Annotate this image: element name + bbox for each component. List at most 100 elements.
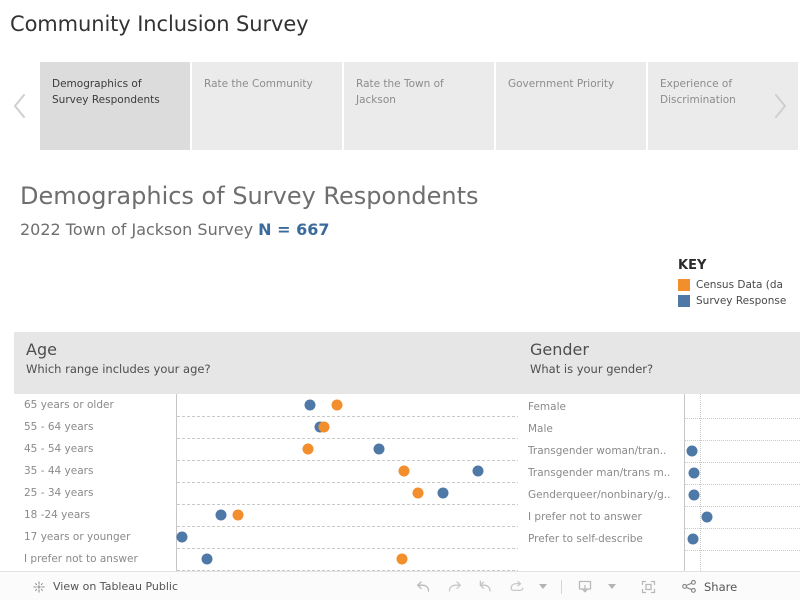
- vertical-gridline: [700, 394, 701, 571]
- category-axis-line: [684, 394, 685, 571]
- view-on-tableau-public-label: View on Tableau Public: [53, 580, 179, 593]
- gridline: [177, 482, 520, 483]
- legend-title: KEY: [678, 258, 707, 273]
- legend-label-census: Census Data (da: [696, 279, 783, 291]
- category-label: Genderqueer/nonbinary/g..: [528, 489, 671, 501]
- gridline: [177, 548, 520, 549]
- chart-gender[interactable]: Female Male Transgender woman/tran.. Transg…: [518, 394, 800, 571]
- category-label: 17 years or younger: [24, 531, 131, 543]
- toolbar-actions: Share: [415, 579, 737, 595]
- gridline: [177, 416, 520, 417]
- gridline: [685, 440, 800, 441]
- chart-age[interactable]: 65 years or older 55 - 64 years 45 - 54 ye…: [14, 394, 520, 571]
- tab-label: Experience of Discrimination: [660, 78, 736, 107]
- tableau-logo-icon: [32, 580, 46, 594]
- data-point[interactable]: [686, 445, 698, 457]
- category-label: 18 -24 years: [24, 509, 91, 521]
- sheet-subtitle: 2022 Town of Jackson Survey N = 667: [20, 220, 330, 239]
- panel-gender-title: Gender: [530, 340, 589, 359]
- legend-item-survey[interactable]: Survey Response: [678, 293, 800, 309]
- data-point[interactable]: [304, 399, 316, 411]
- legend-swatch-census: [678, 279, 690, 291]
- data-point[interactable]: [688, 467, 700, 479]
- tab-prev-arrow-icon[interactable]: [0, 62, 40, 150]
- undo-icon[interactable]: [415, 579, 432, 594]
- gridline: [685, 506, 800, 507]
- tab-label: Demographics of Survey Respondents: [52, 78, 160, 107]
- download-icon[interactable]: [576, 579, 594, 595]
- sheet-title: Demographics of Survey Respondents: [20, 182, 479, 210]
- category-label: Female: [528, 401, 566, 413]
- download-chevron-down-icon[interactable]: [608, 584, 616, 589]
- gridline: [177, 526, 520, 527]
- panel-age-subtitle: Which range includes your age?: [26, 362, 211, 377]
- data-point[interactable]: [701, 511, 713, 523]
- view-on-tableau-public-button[interactable]: View on Tableau Public: [32, 580, 178, 594]
- gridline: [685, 528, 800, 529]
- data-point[interactable]: [472, 465, 483, 477]
- tab-label: Government Priority: [508, 78, 615, 90]
- bottom-toolbar: View on Tableau Public Share: [0, 571, 800, 600]
- data-point[interactable]: [318, 421, 330, 433]
- revert-icon[interactable]: [477, 579, 494, 594]
- legend: KEY Census Data (da Survey Response: [678, 258, 800, 309]
- data-point[interactable]: [232, 509, 244, 521]
- gridline: [685, 484, 800, 485]
- data-point[interactable]: [201, 553, 213, 565]
- sheet-subtitle-text: 2022 Town of Jackson Survey: [20, 220, 259, 239]
- category-label: Transgender man/trans m..: [528, 467, 671, 479]
- data-point[interactable]: [412, 487, 424, 499]
- share-label: Share: [704, 579, 738, 594]
- legend-item-census[interactable]: Census Data (da: [678, 277, 800, 293]
- category-label: 55 - 64 years: [24, 421, 94, 433]
- share-button[interactable]: Share: [681, 579, 737, 594]
- refresh-icon[interactable]: [508, 579, 525, 594]
- category-label: 45 - 54 years: [24, 443, 94, 455]
- tab-rate-the-community[interactable]: Rate the Community: [192, 62, 342, 150]
- data-point[interactable]: [398, 465, 410, 477]
- tab-label: Rate the Community: [204, 78, 313, 90]
- category-label: 25 - 34 years: [24, 487, 94, 499]
- tab-demographics-of-survey-respondents[interactable]: Demographics of Survey Respondents: [40, 62, 190, 150]
- gridline: [685, 550, 800, 551]
- gridline: [177, 438, 520, 439]
- panel-age-title: Age: [26, 340, 57, 359]
- legend-label-survey: Survey Response: [696, 295, 787, 307]
- data-point[interactable]: [176, 531, 188, 543]
- tab-list: Demographics of Survey Respondents Rate …: [40, 62, 798, 150]
- redo-icon[interactable]: [446, 579, 463, 594]
- gridline: [685, 418, 800, 419]
- data-point[interactable]: [331, 399, 343, 411]
- category-label: Transgender woman/tran..: [528, 445, 667, 457]
- tab-next-arrow-icon[interactable]: [760, 62, 800, 150]
- dashboard-viewport: Community Inclusion Survey Demographics …: [0, 0, 800, 600]
- tab-strip: Demographics of Survey Respondents Rate …: [0, 62, 800, 150]
- panel-age: Age Which range includes your age? 65 ye…: [14, 332, 520, 571]
- data-point[interactable]: [215, 509, 227, 521]
- tab-rate-the-town-of-jackson[interactable]: Rate the Town of Jackson: [344, 62, 494, 150]
- fullscreen-icon[interactable]: [640, 579, 657, 595]
- gridline: [177, 460, 520, 461]
- data-point[interactable]: [687, 533, 699, 545]
- respondent-count: N = 667: [258, 220, 330, 239]
- panel-age-header: Age Which range includes your age?: [14, 332, 520, 394]
- data-point[interactable]: [302, 443, 314, 455]
- data-point[interactable]: [373, 443, 385, 455]
- panel-gender-header: Gender What is your gender?: [518, 332, 800, 394]
- data-point[interactable]: [688, 489, 700, 501]
- panel-gender-subtitle: What is your gender?: [530, 362, 654, 377]
- gridline: [685, 462, 800, 463]
- data-point[interactable]: [396, 553, 408, 565]
- category-label: 65 years or older: [24, 399, 114, 411]
- category-label: I prefer not to answer: [528, 511, 642, 523]
- category-label: Male: [528, 423, 553, 435]
- data-point[interactable]: [437, 487, 449, 499]
- refresh-chevron-down-icon[interactable]: [539, 584, 547, 589]
- share-icon: [681, 579, 698, 594]
- tab-government-priority[interactable]: Government Priority: [496, 62, 646, 150]
- category-label: 35 - 44 years: [24, 465, 94, 477]
- panel-gender: Gender What is your gender? Female Male Tr…: [518, 332, 800, 571]
- category-label: Prefer to self-describe: [528, 533, 643, 545]
- gridline: [177, 504, 520, 505]
- dashboard-title: Community Inclusion Survey: [10, 12, 309, 36]
